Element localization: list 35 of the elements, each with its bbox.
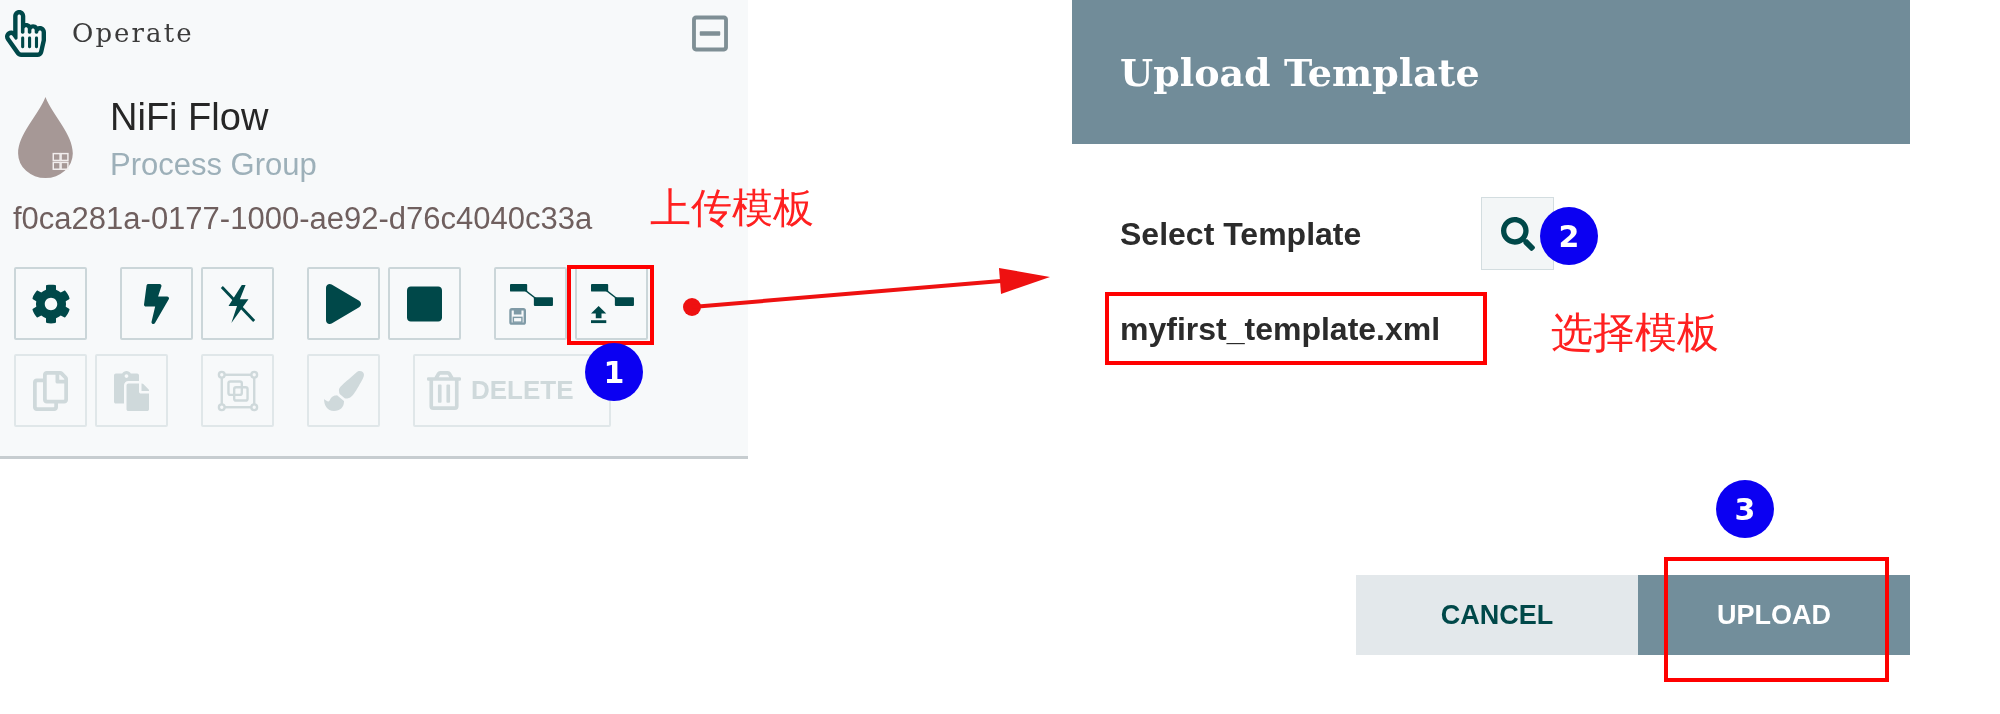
search-button[interactable]	[1481, 197, 1554, 270]
start-button[interactable]	[307, 267, 380, 340]
component-type: Process Group	[110, 147, 317, 183]
disable-button[interactable]	[201, 267, 274, 340]
step-badge: 2	[1540, 207, 1598, 265]
step-badge: 1	[585, 343, 643, 401]
stop-button[interactable]	[388, 267, 461, 340]
pointing-hand-icon	[5, 9, 46, 57]
paste-icon	[114, 370, 149, 411]
lightning-icon	[144, 283, 169, 324]
component-name: NiFi Flow	[110, 95, 270, 139]
diagram-floppy-icon	[507, 282, 554, 325]
panel-title: Operate	[72, 16, 194, 50]
copy-icon	[33, 370, 68, 411]
dialog-title: Upload Template	[1120, 48, 1480, 97]
annotation-note: 上传模板	[650, 184, 814, 232]
template-file-name: myfirst_template.xml	[1120, 309, 1441, 349]
paintbrush-icon	[323, 370, 364, 411]
play-icon	[326, 283, 361, 324]
save-template-button[interactable]	[494, 267, 567, 340]
trash-icon	[427, 371, 461, 410]
step-badge: 3	[1716, 480, 1774, 538]
annotation-note: 选择模板	[1551, 309, 1719, 357]
crossed-lightning-icon	[218, 283, 257, 324]
group-frame-icon	[216, 369, 259, 412]
configure-button[interactable]	[14, 267, 87, 340]
upload-button[interactable]: UPLOAD	[1638, 575, 1910, 655]
gear-icon	[30, 283, 71, 324]
cancel-button[interactable]: CANCEL	[1356, 575, 1638, 655]
upload-template-button[interactable]	[575, 267, 648, 340]
enable-button[interactable]	[120, 267, 193, 340]
search-icon	[1500, 216, 1535, 251]
component-id: f0ca281a-0177-1000-ae92-d76c4040c33a	[13, 200, 593, 238]
diagram-upload-icon	[588, 282, 635, 325]
field-label: Select Template	[1120, 214, 1362, 254]
